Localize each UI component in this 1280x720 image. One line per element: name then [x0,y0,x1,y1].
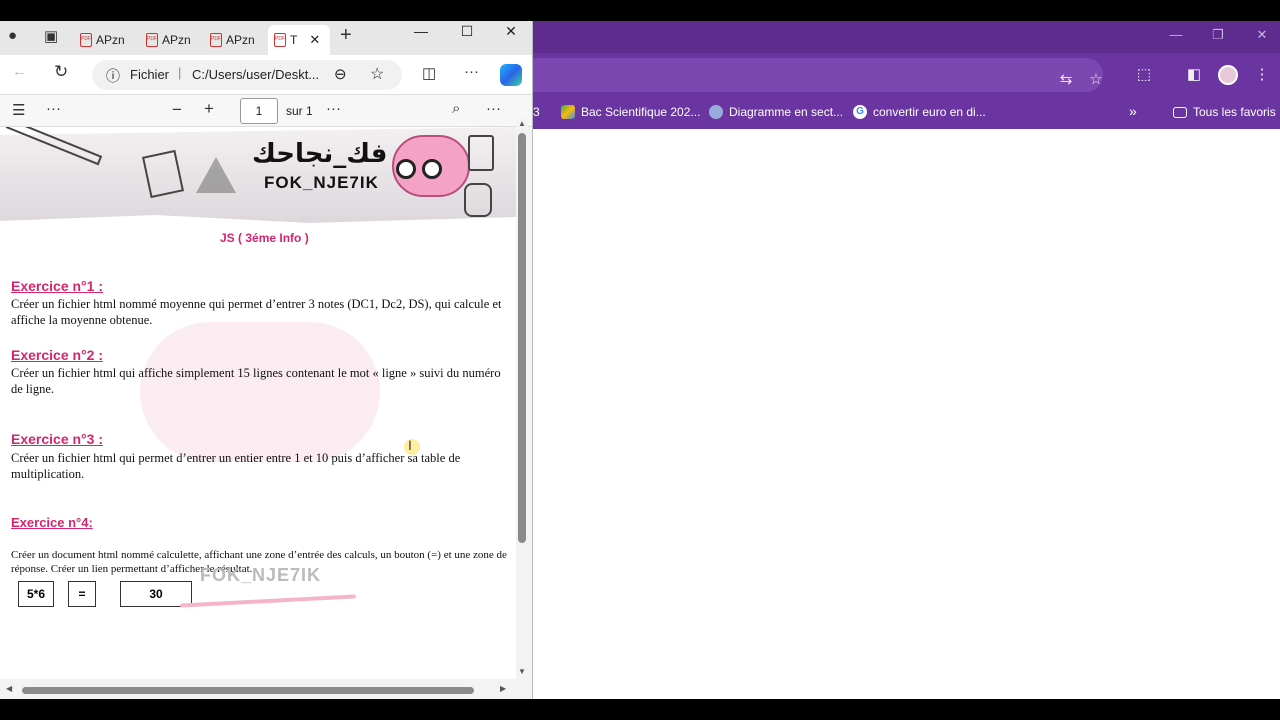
calc-input-box: 5*6 [18,581,54,607]
search-icon[interactable]: ⌕ [452,100,460,117]
profile-icon[interactable]: ● [8,27,17,44]
tab-strip: ● ▣ PDF APzn PDF APzn PDF APzn PDF T ✕ + — ☐ … [0,21,532,55]
scroll-right-icon[interactable]: ▶ [500,684,506,693]
bookmarks-bar: 3 Bac Scientifique 202... Diagramme en s… [533,97,1280,129]
logo-arabic: فك_نجاحك [252,139,388,169]
page-number-input[interactable]: 1 [240,98,278,124]
tab-actions-icon[interactable]: ▣ [44,27,58,45]
vertical-scroll-thumb[interactable] [518,133,526,543]
back-icon[interactable]: ← [12,63,27,80]
bookmark-item[interactable]: 3 [533,105,540,119]
vertical-scrollbar[interactable]: ▲ ▼ [516,119,528,679]
page-total: sur 1 [286,104,313,118]
refresh-icon[interactable]: ↻ [54,62,68,82]
zoom-out-icon[interactable]: − [172,100,182,120]
page-content-blank [533,129,1280,699]
set-square-drawing [196,157,236,193]
exercise-heading: Exercice n°4: [11,515,93,530]
right-address-bar[interactable]: ⇆ ☆ [533,58,1103,92]
maximize-icon[interactable]: ☐ [452,23,482,40]
pdf-icon: PDF [274,33,286,47]
exercise-heading: Exercice n°3 : [11,431,103,447]
screen: — ❐ ✕ ⇆ ☆ ⬚ ◧ ⋮ 3 Bac Scientifique 202..… [0,21,1280,699]
tab-pdf-2[interactable]: PDF APzn [140,25,202,55]
right-browser-window: — ❐ ✕ ⇆ ☆ ⬚ ◧ ⋮ 3 Bac Scientifique 202..… [533,21,1280,699]
bookmark-item[interactable]: Gconvertir euro en di... [853,105,986,119]
avatar[interactable] [1218,65,1238,85]
chatgpt-icon [709,105,723,119]
menu-icon[interactable]: ⋮ [1253,66,1271,84]
restore-icon[interactable]: ❐ [1203,27,1233,43]
nav-toolbar: ← ↻ ⓘ Fichier | C:/Users/user/Deskt... ⊖… [0,55,532,95]
glasses-icon [422,159,442,179]
scroll-left-icon[interactable]: ◀ [6,684,12,693]
more-options-icon[interactable]: ··· [464,63,479,80]
exercise-text: Créer un fichier html qui permet d’entre… [11,451,461,481]
pdf-page: فك_نجاحك FOK_NJE7IK JS ( 3éme Info ) Exe… [0,127,516,679]
logo-latin: FOK_NJE7IK [264,173,379,192]
more-page-options-icon[interactable]: ··· [326,100,341,117]
folder-icon [1173,106,1187,118]
calc-equals-box: = [68,581,96,607]
google-icon: G [853,105,867,119]
address-divider: | [178,65,182,80]
pdf-toolbar: ☰ ··· − + 1 sur 1 ··· ⌕ ··· [0,95,532,127]
scroll-up-icon[interactable]: ▲ [518,119,526,128]
address-url: C:/Users/user/Deskt... [192,67,320,82]
right-toolbar: ⇆ ☆ ⬚ ◧ ⋮ [533,53,1280,97]
exercise-heading: Exercice n°2 : [11,347,103,363]
translate-icon[interactable]: ⇆ [1057,71,1075,89]
horizontal-scrollbar[interactable]: ◀ ▶ [0,683,516,697]
horizontal-scroll-thumb[interactable] [22,687,474,694]
extensions-icon[interactable]: ⬚ [1135,66,1153,84]
side-panel-icon[interactable]: ◧ [1185,66,1203,84]
zoom-in-icon[interactable]: + [204,99,214,119]
bookmark-item[interactable]: Diagramme en sect... [709,105,843,119]
close-tab-icon[interactable]: ✕ [309,32,320,48]
info-icon: ⓘ [106,68,120,84]
bookmark-item[interactable]: Bac Scientifique 202... [561,105,700,119]
tab-pdf-1[interactable]: PDF APzn [74,25,138,55]
address-bar[interactable]: ⓘ Fichier | C:/Users/user/Deskt... ⊖ ☆ [92,60,402,90]
copilot-icon[interactable] [500,64,522,86]
close-icon[interactable]: ✕ [1247,27,1277,43]
split-screen-icon[interactable]: ◫ [422,64,436,82]
exercise-text: Créer un fichier html qui affiche simple… [11,366,501,396]
minimize-icon[interactable]: — [1161,27,1191,42]
drive-icon [561,105,575,119]
watermark-underline [180,594,356,608]
favorite-star-icon[interactable]: ☆ [370,64,384,84]
pdf-icon: PDF [146,33,158,47]
more-bookmarks-chevron-icon[interactable]: » [1129,103,1137,119]
all-bookmarks-folder[interactable]: Tous les favoris [1173,105,1276,119]
exercise-text: Créer un fichier html nommé moyenne qui … [11,297,502,327]
right-title-bar: — ❐ ✕ [533,21,1280,53]
edge-window: ● ▣ PDF APzn PDF APzn PDF APzn PDF T ✕ + — ☐ … [0,21,533,699]
scroll-down-icon[interactable]: ▼ [518,667,526,676]
watermark-text: FOK_NJE7IK [200,565,322,585]
contents-icon[interactable]: ☰ [12,101,25,119]
backpack-drawing [464,183,492,217]
pdf-icon: PDF [80,33,92,47]
bookmark-star-icon[interactable]: ☆ [1087,71,1105,89]
tab-pdf-active[interactable]: PDF T ✕ [268,25,330,55]
new-tab-icon[interactable]: + [340,24,352,47]
glasses-icon [396,159,416,179]
document-title: JS ( 3éme Info ) [220,231,309,245]
calculator-drawing [468,135,494,171]
brain-mascot-icon [392,135,470,197]
close-window-icon[interactable]: ✕ [496,23,526,40]
minimize-icon[interactable]: — [406,23,436,39]
pdf-icon: PDF [210,33,222,47]
more-tools-icon[interactable]: ··· [46,100,61,117]
exercise-heading: Exercice n°1 : [11,278,103,294]
i-beam-cursor-icon: I [408,437,412,453]
tab-pdf-3[interactable]: PDF APzn [204,25,266,55]
pdf-more-icon[interactable]: ··· [486,100,501,117]
address-scheme: Fichier [130,67,170,82]
zoom-icon[interactable]: ⊖ [334,65,347,83]
text-cursor-highlight [404,439,420,455]
